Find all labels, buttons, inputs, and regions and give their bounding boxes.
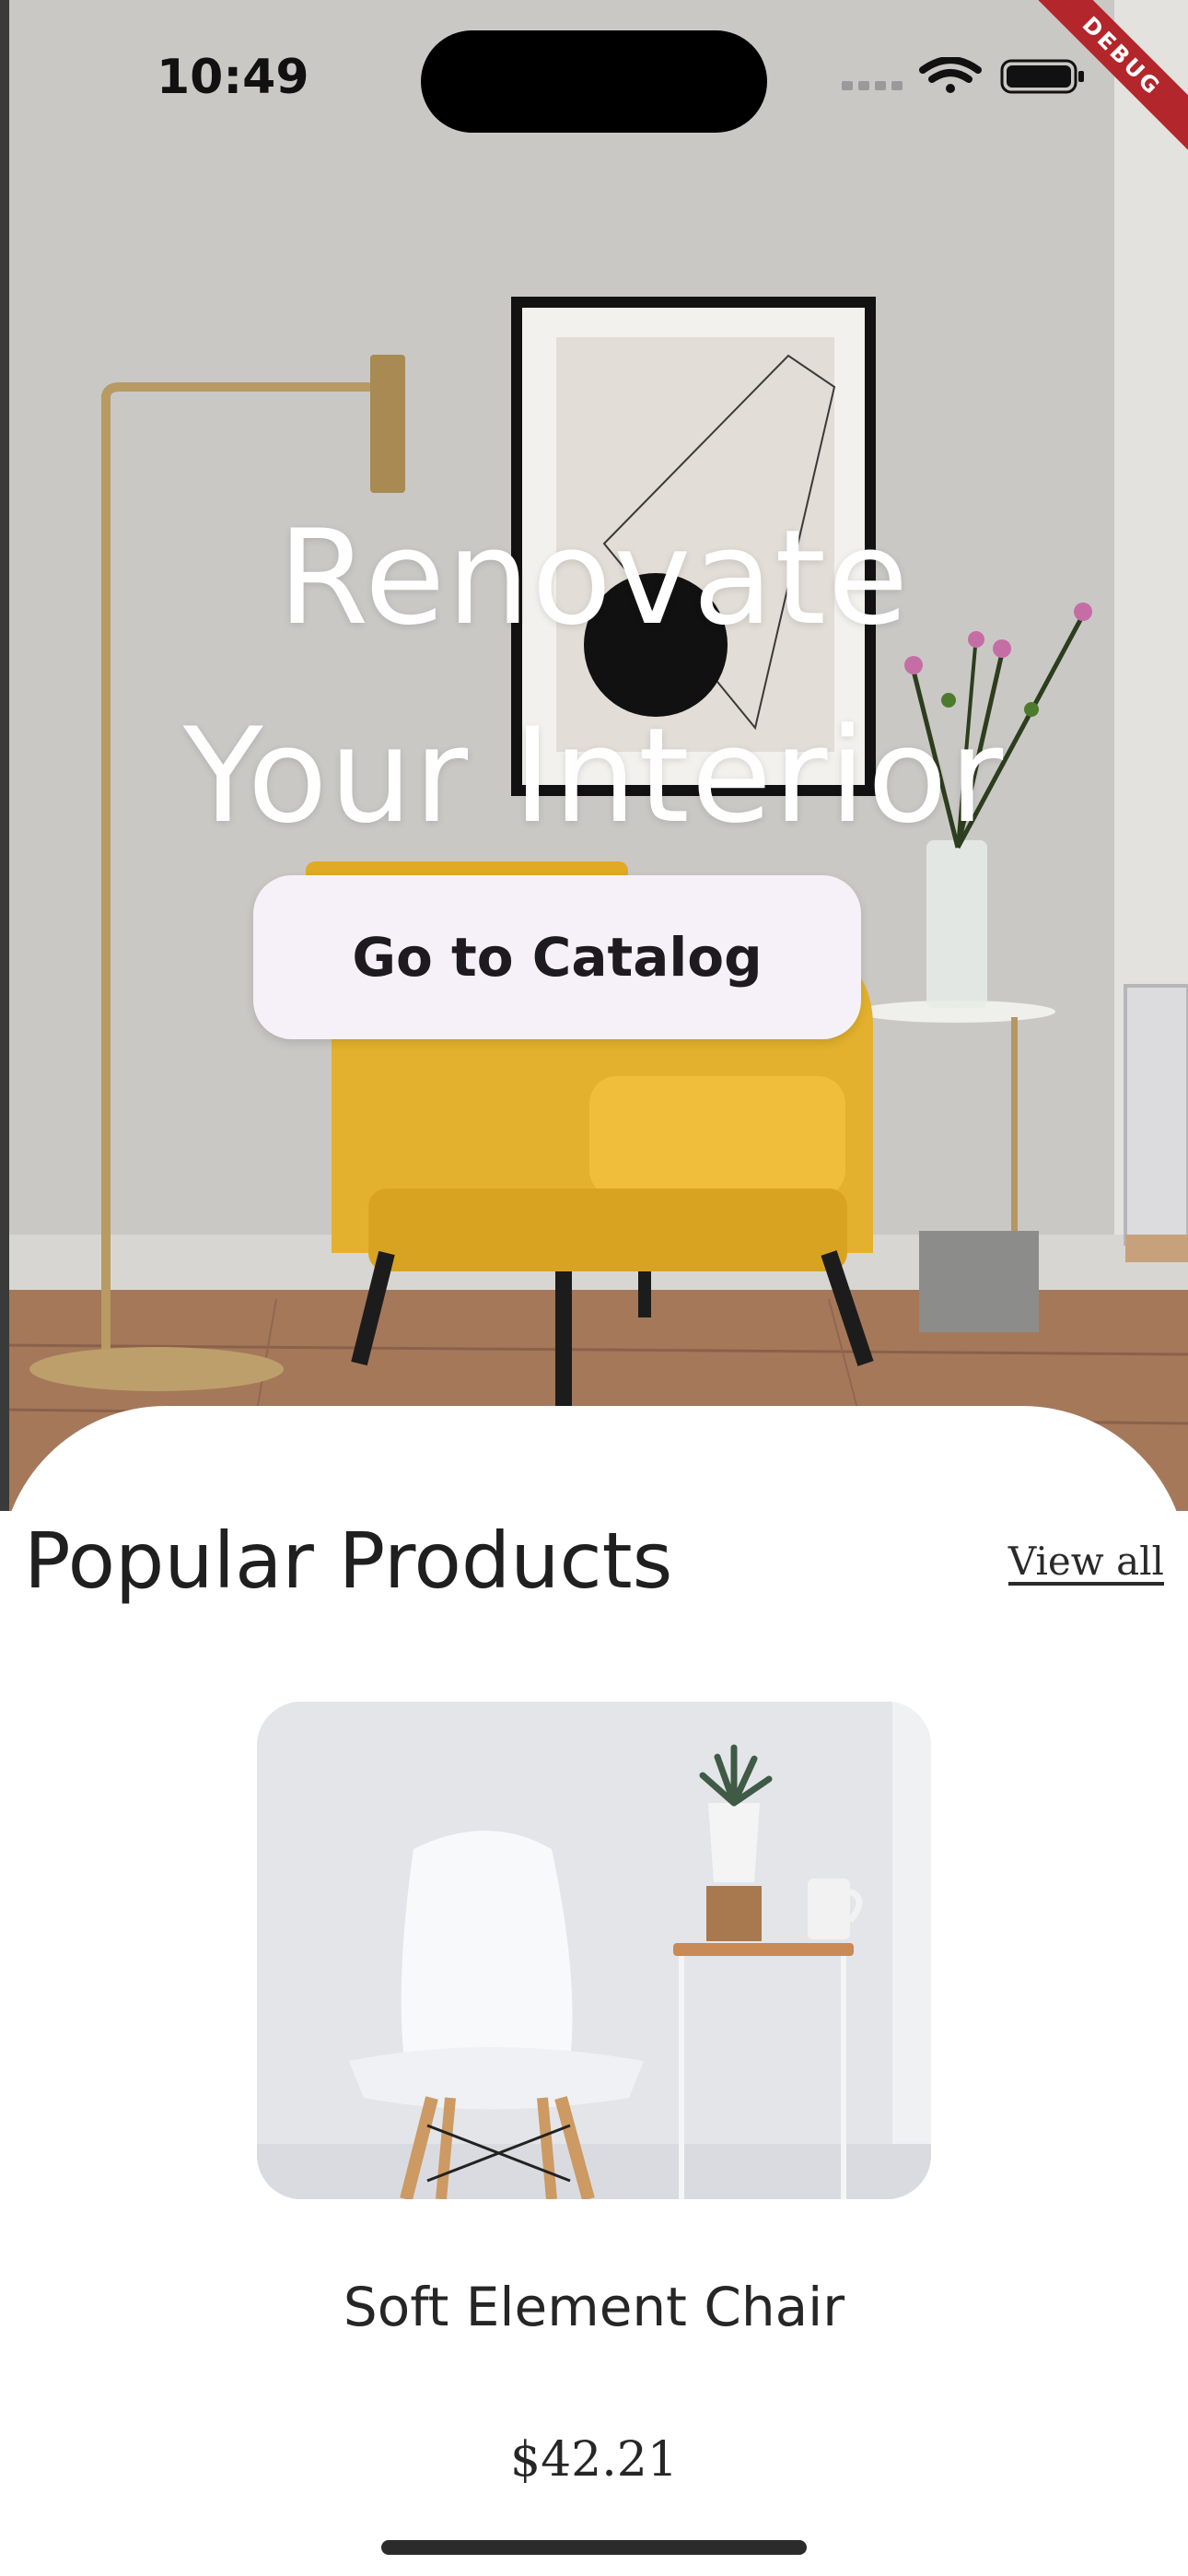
dynamic-island [421,30,767,133]
hero-title-line-2: Your Interior [182,700,1006,852]
product-name[interactable]: Soft Element Chair [0,2276,1188,2338]
debug-banner: DEBUG [1031,0,1188,157]
cellular-signal-icon [842,81,903,90]
popular-products-title: Popular Products [24,1516,673,1606]
hero-title-line-1: Renovate [277,502,911,654]
product-card[interactable] [257,1702,931,2199]
white-chair-photo [257,1702,931,2199]
home-indicator[interactable] [381,2540,807,2555]
view-all-link[interactable]: View all [1008,1539,1164,1584]
hero-title: Renovate Your Interior [0,479,1188,875]
go-to-catalog-button[interactable]: Go to Catalog [253,875,861,1039]
debug-banner-label: DEBUG [1031,0,1188,155]
hero-banner: Renovate Your Interior Go to Catalog [0,0,1188,1511]
status-bar: 10:49 DEBUG [0,0,1188,155]
wifi-icon [919,57,982,93]
status-time: 10:49 [157,50,309,105]
product-price: $42.21 [510,2432,678,2488]
